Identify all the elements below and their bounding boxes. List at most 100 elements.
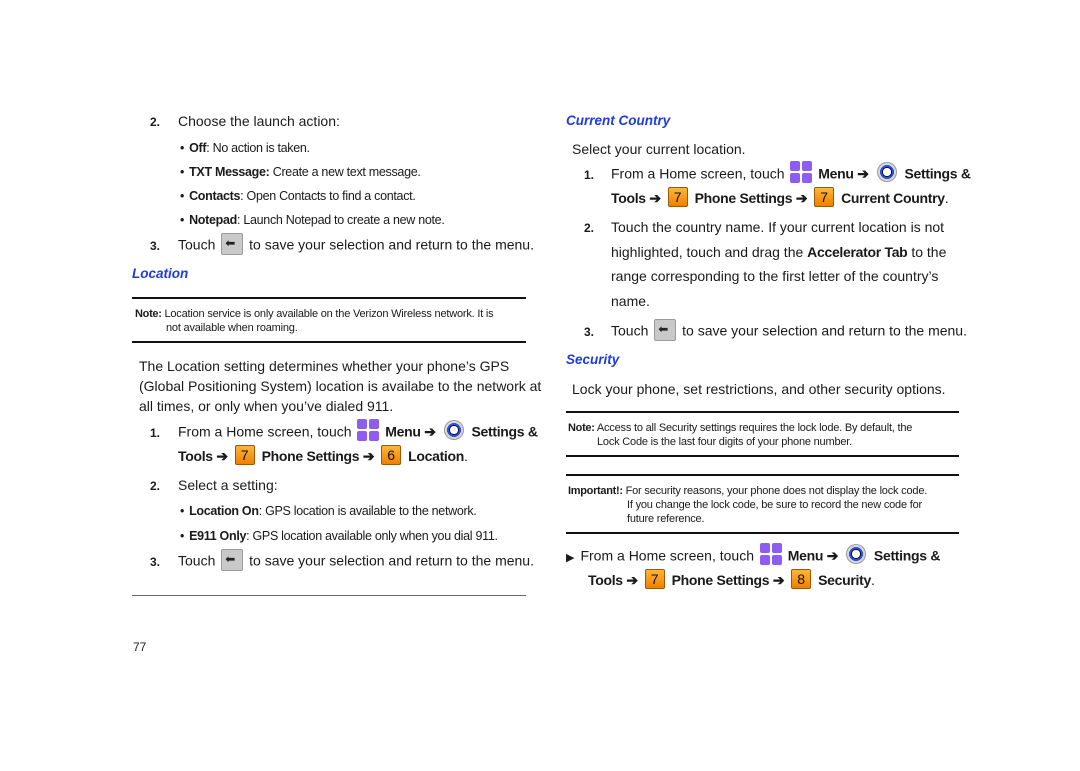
page-number: 77 xyxy=(133,640,147,654)
security-step: ▶ From a Home screen, touch Menu ➔ Settin… xyxy=(566,543,941,568)
step-text: From a Home screen, touch xyxy=(580,547,754,564)
option-off: Off: No action is taken. xyxy=(180,139,310,157)
phone-settings-label: Phone Settings ➔ xyxy=(671,572,785,588)
menu-label: Menu ➔ xyxy=(818,165,869,182)
note-text: Access to all Security settings requires… xyxy=(596,422,913,434)
key-8-icon[interactable]: 8 xyxy=(791,569,812,590)
launch-step-3: 3. Touch to save your selection and retur… xyxy=(150,233,534,257)
step-text: to save your selection and return to the… xyxy=(682,322,967,339)
step-text: Touch the country name. If your current … xyxy=(611,219,945,235)
step-number: 2. xyxy=(584,221,595,235)
location-intro-3: all times, or only when you’ve dialed 91… xyxy=(139,398,394,414)
back-icon[interactable] xyxy=(221,233,244,255)
settings-label: Settings & xyxy=(873,547,941,564)
period: . xyxy=(944,190,949,206)
step-text: to save your selection and return to the… xyxy=(249,236,534,253)
step-number: 3. xyxy=(584,324,595,339)
location-step-1-path: Tools ➔ 7 Phone Settings ➔ 6 Location. xyxy=(178,445,468,467)
option-desc: Launch Notepad to create a new note. xyxy=(243,213,445,227)
text: highlighted, touch and drag the xyxy=(611,244,808,260)
location-step-1: 1. From a Home screen, touch Menu ➔ Setti… xyxy=(150,419,538,444)
settings-gear-icon[interactable] xyxy=(845,543,867,565)
back-icon[interactable] xyxy=(654,319,677,341)
country-intro: Select your current location. xyxy=(572,141,746,157)
option-desc: No action is taken. xyxy=(212,141,310,155)
option-desc: GPS location available only when you dia… xyxy=(252,529,498,543)
menu-label: Menu ➔ xyxy=(787,547,839,564)
note-text: Location service is only available on th… xyxy=(164,308,494,320)
step-text: Choose the launch action: xyxy=(178,113,340,129)
menu-grid-icon[interactable] xyxy=(357,419,380,441)
key-7-icon[interactable]: 7 xyxy=(667,187,688,208)
option-location-on: Location On: GPS location is available t… xyxy=(180,502,477,520)
country-step-2: 2. Touch the country name. If your curren… xyxy=(584,218,944,237)
important-label: Important!: xyxy=(568,485,623,497)
step-text: From a Home screen, touch xyxy=(611,165,785,182)
step-number: 1. xyxy=(150,425,161,440)
location-step-3: 3. Touch to save your selection and retur… xyxy=(150,549,534,573)
step-number: 2. xyxy=(150,115,161,129)
location-step-2: 2. Select a setting: xyxy=(150,476,278,495)
location-label: Location xyxy=(408,448,465,464)
option-e911-only: E911 Only: GPS location available only w… xyxy=(180,527,498,545)
current-country-heading: Current Country xyxy=(566,113,671,128)
text: to the xyxy=(907,244,947,260)
key-7-icon[interactable]: 7 xyxy=(814,187,835,208)
note-label: Note: xyxy=(568,422,595,434)
option-contacts: Contacts: Open Contacts to find a contac… xyxy=(180,187,416,205)
option-desc: Create a new text message. xyxy=(272,165,421,179)
security-intro: Lock your phone, set restrictions, and o… xyxy=(572,381,946,397)
location-intro-1: The Location setting determines whether … xyxy=(139,358,510,374)
back-icon[interactable] xyxy=(221,549,244,571)
country-step-2-line3: range corresponding to the first letter … xyxy=(611,268,939,284)
divider xyxy=(132,341,526,343)
note-text-2: not available when roaming. xyxy=(166,322,298,334)
menu-grid-icon[interactable] xyxy=(790,161,813,183)
security-note: Note: Access to all Security settings re… xyxy=(568,422,912,435)
security-step-path: Tools ➔ 7 Phone Settings ➔ 8 Security. xyxy=(588,569,875,591)
settings-gear-icon[interactable] xyxy=(876,161,898,183)
important-text-3: future reference. xyxy=(627,513,705,525)
divider xyxy=(566,474,959,476)
location-note: Note: Location service is only available… xyxy=(135,308,494,321)
tools-label: Tools ➔ xyxy=(178,448,228,464)
key-7-icon[interactable]: 7 xyxy=(644,569,665,590)
phone-settings-label: Phone Settings ➔ xyxy=(694,190,808,206)
key-6-icon[interactable]: 6 xyxy=(381,445,402,466)
menu-grid-icon[interactable] xyxy=(759,543,782,565)
menu-label: Menu ➔ xyxy=(385,423,436,440)
option-term: Contacts xyxy=(189,189,241,203)
option-term: Location On xyxy=(189,504,259,518)
important-note: Important!: For security reasons, your p… xyxy=(568,485,927,498)
country-step-3: 3. Touch to save your selection and retur… xyxy=(584,319,967,343)
location-heading: Location xyxy=(132,266,189,281)
step-text: to save your selection and return to the… xyxy=(249,552,534,569)
launch-step-2: 2. Choose the launch action: xyxy=(150,112,340,131)
key-7-icon[interactable]: 7 xyxy=(234,445,255,466)
touch-text: Touch xyxy=(178,552,216,569)
period: . xyxy=(464,448,468,464)
option-desc: Open Contacts to find a contact. xyxy=(246,189,416,203)
accelerator-tab-term: Accelerator Tab xyxy=(807,244,908,260)
option-term: TXT Message: xyxy=(189,165,270,179)
note-label: Note: xyxy=(135,308,162,320)
settings-gear-icon[interactable] xyxy=(443,419,465,441)
option-term: E911 Only xyxy=(189,529,247,543)
option-desc: GPS location is available to the network… xyxy=(265,504,477,518)
option-term: Notepad xyxy=(189,213,237,227)
security-label: Security xyxy=(818,572,871,588)
divider xyxy=(566,455,959,457)
step-number: 3. xyxy=(150,238,161,253)
step-text: From a Home screen, touch xyxy=(178,423,352,440)
option-term: Off xyxy=(189,141,207,155)
step-number: 3. xyxy=(150,554,161,569)
current-country-label: Current Country xyxy=(841,190,945,206)
country-step-1: 1. From a Home screen, touch Menu ➔ Setti… xyxy=(584,161,971,186)
period: . xyxy=(870,572,875,588)
country-step-2-line4: name. xyxy=(611,293,650,309)
important-text-2: If you change the lock code, be sure to … xyxy=(627,499,922,511)
note-text-2: Lock Code is the last four digits of you… xyxy=(597,436,852,448)
settings-label: Settings & xyxy=(471,423,538,440)
divider xyxy=(566,411,959,413)
settings-label: Settings & xyxy=(904,165,971,182)
